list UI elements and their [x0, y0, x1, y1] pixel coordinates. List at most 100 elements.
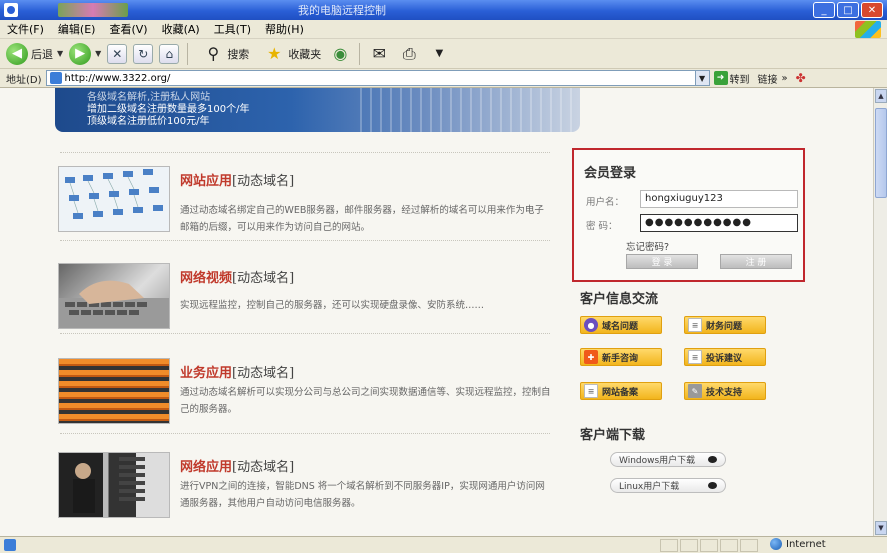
home-icon[interactable]: ⌂ — [159, 43, 180, 64]
download-icon — [708, 482, 717, 489]
back-dropdown-icon[interactable]: ▼ — [57, 49, 63, 58]
page-status-icon — [4, 539, 16, 551]
typing-hands-image — [58, 263, 170, 329]
domain-issues-button[interactable]: ● 域名问题 — [580, 316, 662, 334]
search-button[interactable]: ⚲ 搜索 — [194, 43, 249, 65]
menu-bar: 文件(F) 编辑(E) 查看(V) 收藏(A) 工具(T) 帮助(H) — [0, 20, 887, 39]
forward-dropdown-icon[interactable]: ▼ — [95, 49, 101, 58]
service-title-sub: [动态域名] — [232, 174, 295, 189]
links-button[interactable]: 链接 — [758, 71, 778, 86]
address-input[interactable]: http://www.3322.org/ — [45, 70, 696, 86]
menu-favorites[interactable]: 收藏(A) — [155, 21, 207, 37]
linux-download-label: Linux用户下载 — [619, 482, 680, 492]
stop-icon[interactable]: ✕ — [107, 43, 128, 64]
star-icon: ★ — [267, 44, 282, 63]
globe-icon: ● — [584, 318, 598, 332]
site-filing-button[interactable]: ≡ 网站备案 — [580, 382, 662, 400]
login-heading: 会员登录 — [584, 166, 637, 181]
server-room-image — [58, 452, 170, 518]
service-desc: 通过动态域名解析可以实现分公司与总公司之间实现数据通信等、实现远程监控，控制自己… — [180, 387, 551, 415]
toolbar: ◀ 后退 ▼ ▶ ▼ ✕ ↻ ⌂ ⚲ 搜索 ★ 收藏夹 ◉ ✉ ⎙ ▼ — [0, 39, 887, 69]
mail-icon[interactable]: ✉ — [368, 43, 390, 65]
toolbar-separator — [187, 42, 189, 65]
linux-download-button[interactable]: Linux用户下载 — [610, 478, 726, 493]
address-url: http://www.3322.org/ — [64, 72, 171, 84]
domain-issues-label: 域名问题 — [602, 321, 639, 332]
service-video: 网络视频[动态域名] 实现远程监控，控制自己的服务器，还可以实现硬盘录像、安防系… — [58, 263, 558, 335]
scroll-up-icon[interactable]: ▲ — [875, 89, 887, 103]
security-zone: Internet — [770, 538, 826, 550]
service-title-sub: [动态域名] — [232, 460, 295, 475]
newbie-consult-button[interactable]: ✚ 新手咨询 — [580, 348, 662, 366]
go-arrow-icon: ➜ — [713, 71, 728, 85]
service-title[interactable]: 业务应用[动态域名] — [180, 362, 294, 381]
banner-line-3: 顶级域名注册低价100元/年 — [87, 116, 210, 127]
media-icon[interactable]: ◉ — [329, 43, 351, 65]
page-viewport: 各级域名解析,注册私人网站 增加二级域名注册数量最多100个/年 顶级域名注册低… — [0, 88, 873, 536]
more-dropdown-icon[interactable]: ▼ — [428, 43, 450, 65]
back-arrow-icon: ◀ — [6, 42, 28, 65]
register-button[interactable]: 注 册 — [720, 254, 792, 269]
scroll-thumb[interactable] — [875, 108, 887, 198]
customer-info-heading: 客户信息交流 — [580, 292, 659, 307]
tech-support-button[interactable]: ✎ 技术支持 — [684, 382, 766, 400]
username-label: 用户名： — [586, 197, 625, 208]
service-title[interactable]: 网络视频[动态域名] — [180, 267, 294, 286]
back-button[interactable]: ◀ 后退 ▼ — [6, 42, 63, 65]
service-title[interactable]: 网络应用[动态域名] — [180, 456, 294, 475]
forward-button[interactable]: ▶ ▼ — [69, 42, 101, 65]
search-icon: ⚲ — [207, 44, 220, 63]
go-label: 转到 — [729, 74, 750, 86]
network-image — [58, 166, 170, 232]
divider — [60, 152, 550, 153]
status-cell — [740, 539, 758, 552]
password-input[interactable]: ●●●●●●●●●●● — [640, 214, 798, 232]
menu-view[interactable]: 查看(V) — [102, 21, 154, 37]
complaint-label: 投诉建议 — [706, 353, 743, 364]
complaint-button[interactable]: ≡ 投诉建议 — [684, 348, 766, 366]
back-label: 后退 — [31, 47, 53, 61]
finance-issues-button[interactable]: ≡ 财务问题 — [684, 316, 766, 334]
print-icon[interactable]: ⎙ — [398, 43, 420, 65]
service-title[interactable]: 网站应用[动态域名] — [180, 170, 294, 189]
finance-issues-label: 财务问题 — [706, 321, 743, 332]
menu-help[interactable]: 帮助(H) — [258, 21, 311, 37]
favorites-button[interactable]: ★ 收藏夹 — [255, 43, 321, 65]
menu-file[interactable]: 文件(F) — [0, 21, 51, 37]
status-cell — [700, 539, 718, 552]
vertical-scrollbar[interactable]: ▲ ▼ — [873, 88, 887, 536]
globe-icon — [770, 538, 782, 550]
service-website: 网站应用[动态域名] 通过动态域名绑定自己的WEB服务器，邮件服务器，经过解析的… — [58, 166, 558, 238]
page-icon — [49, 72, 62, 84]
maximize-button[interactable]: □ — [837, 2, 859, 18]
service-title-sub: [动态域名] — [232, 366, 295, 381]
username-input[interactable]: hongxiuguy123 — [640, 190, 798, 208]
windows-download-button[interactable]: Windows用户下载 — [610, 452, 726, 467]
menu-edit[interactable]: 编辑(E) — [51, 21, 103, 37]
windows-download-label: Windows用户下载 — [619, 456, 696, 466]
search-label: 搜索 — [227, 47, 250, 61]
status-cells — [660, 539, 758, 552]
promo-banner: 各级域名解析,注册私人网站 增加二级域名注册数量最多100个/年 顶级域名注册低… — [55, 88, 580, 132]
help-icon: ✚ — [584, 350, 598, 364]
minimize-button[interactable]: _ — [813, 2, 835, 18]
scroll-down-icon[interactable]: ▼ — [875, 521, 887, 535]
divider — [60, 433, 550, 434]
go-button[interactable]: ➜ 转到 — [713, 71, 750, 86]
forgot-password-link[interactable]: 忘记密码? — [626, 239, 669, 253]
extension-icon[interactable]: ✤ — [796, 71, 806, 85]
toolbar-separator — [359, 42, 361, 65]
service-desc: 通过动态域名绑定自己的WEB服务器，邮件服务器，经过解析的域名可以用来作为电子邮… — [180, 205, 544, 233]
refresh-icon[interactable]: ↻ — [133, 43, 154, 64]
address-dropdown-icon[interactable]: ▼ — [695, 70, 710, 86]
window-controls: _ □ ✕ — [813, 2, 883, 18]
newbie-consult-label: 新手咨询 — [602, 353, 639, 364]
status-cell — [680, 539, 698, 552]
login-button[interactable]: 登 录 — [626, 254, 698, 269]
service-title-main: 网站应用 — [180, 174, 233, 189]
close-button[interactable]: ✕ — [861, 2, 883, 18]
forward-arrow-icon: ▶ — [69, 42, 92, 65]
links-chevron-icon[interactable]: » — [782, 73, 788, 84]
status-cell — [720, 539, 738, 552]
menu-tools[interactable]: 工具(T) — [207, 21, 258, 37]
